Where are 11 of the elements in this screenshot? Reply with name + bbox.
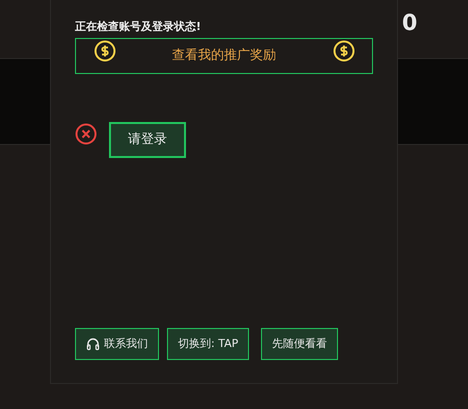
error-icon	[75, 123, 97, 145]
dollar-coin-icon	[333, 40, 355, 62]
promo-rewards-link[interactable]: 查看我的推广奖励	[75, 38, 373, 74]
headset-icon	[86, 337, 100, 351]
action-button[interactable]: 先随便看看	[261, 328, 338, 360]
status-title: 正在检查账号及登录状态!	[75, 19, 202, 35]
dollar-coin-icon	[94, 40, 116, 62]
counter-value: 0	[402, 10, 418, 38]
login-button[interactable]: 请登录	[109, 122, 186, 158]
action-button[interactable]: 切换到: TAP	[167, 328, 250, 360]
contact-button[interactable]: 联系我们	[75, 328, 159, 360]
